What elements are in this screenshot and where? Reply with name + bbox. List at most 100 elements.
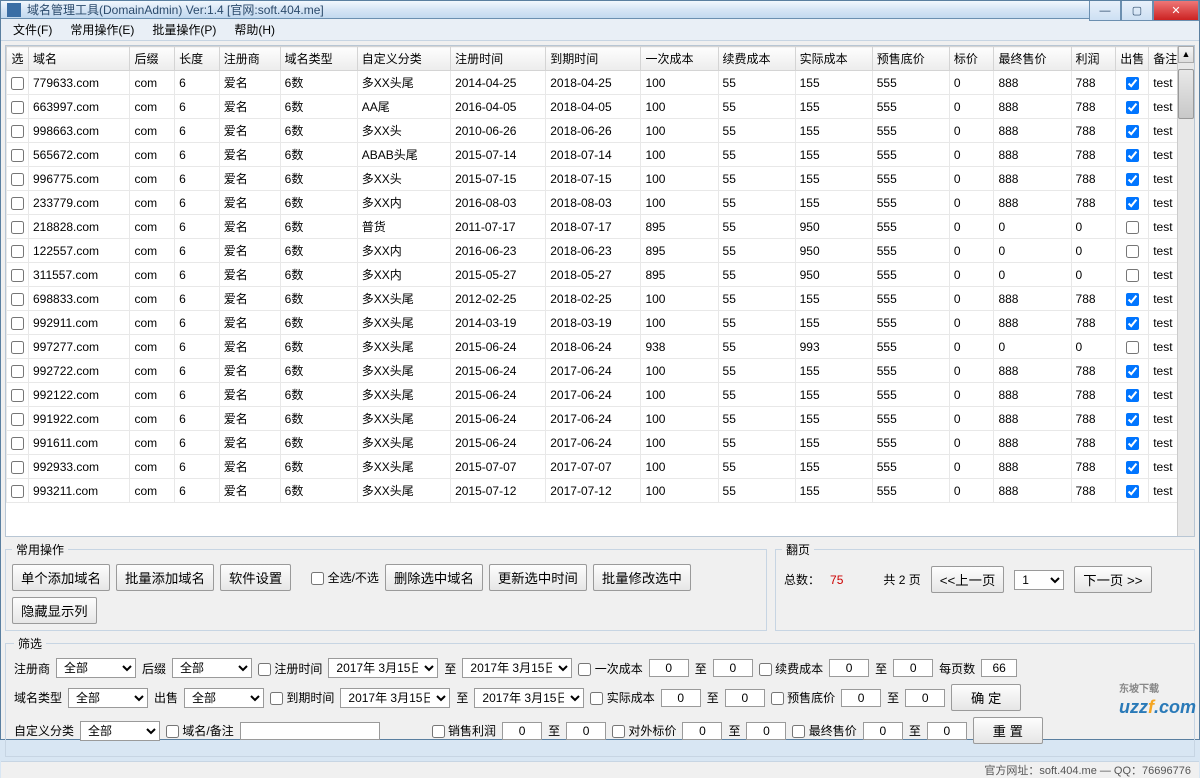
chk-profit[interactable]: 销售利润: [432, 722, 496, 739]
chk-regdate[interactable]: 注册时间: [258, 660, 322, 677]
row-select-checkbox[interactable]: [11, 221, 24, 234]
row-select-checkbox[interactable]: [11, 269, 24, 282]
table-row[interactable]: 218828.comcom6爱名6数普货2011-07-172018-07-17…: [7, 215, 1194, 239]
close-button[interactable]: ✕: [1153, 1, 1199, 21]
sold-checkbox[interactable]: [1126, 437, 1139, 450]
table-row[interactable]: 998663.comcom6爱名6数多XX头2010-06-262018-06-…: [7, 119, 1194, 143]
row-select-checkbox[interactable]: [11, 413, 24, 426]
inp-final-to[interactable]: [927, 722, 967, 740]
next-page-button[interactable]: 下一页 >>: [1074, 566, 1151, 593]
table-row[interactable]: 991611.comcom6爱名6数多XX头尾2015-06-242017-06…: [7, 431, 1194, 455]
inp-realcost-from[interactable]: [661, 689, 701, 707]
chk-expdate[interactable]: 到期时间: [270, 689, 334, 706]
col-header[interactable]: 长度: [175, 47, 220, 71]
inp-cost2-from[interactable]: [829, 659, 869, 677]
sel-registrar[interactable]: 全部: [56, 658, 136, 678]
sold-checkbox[interactable]: [1126, 317, 1139, 330]
sold-checkbox[interactable]: [1126, 245, 1139, 258]
col-header[interactable]: 标价: [949, 47, 994, 71]
menu-file[interactable]: 文件(F): [5, 19, 60, 40]
col-header[interactable]: 后缀: [130, 47, 175, 71]
inp-profit-from[interactable]: [502, 722, 542, 740]
sold-checkbox[interactable]: [1126, 413, 1139, 426]
add-single-button[interactable]: 单个添加域名: [12, 564, 110, 591]
sold-checkbox[interactable]: [1126, 365, 1139, 378]
prev-page-button[interactable]: <<上一页: [931, 566, 1005, 593]
row-select-checkbox[interactable]: [11, 125, 24, 138]
menu-help[interactable]: 帮助(H): [226, 19, 283, 40]
inp-mark-from[interactable]: [682, 722, 722, 740]
menu-common[interactable]: 常用操作(E): [62, 19, 142, 40]
sold-checkbox[interactable]: [1126, 173, 1139, 186]
vertical-scrollbar[interactable]: ▲: [1177, 46, 1194, 536]
confirm-button[interactable]: 确 定: [951, 684, 1021, 711]
maximize-button[interactable]: ▢: [1121, 1, 1153, 21]
inp-cost1-from[interactable]: [649, 659, 689, 677]
chk-presale[interactable]: 预售底价: [771, 689, 835, 706]
toggle-columns-button[interactable]: 隐藏显示列: [12, 597, 97, 624]
col-header[interactable]: 最终售价: [994, 47, 1071, 71]
row-select-checkbox[interactable]: [11, 485, 24, 498]
table-row[interactable]: 992911.comcom6爱名6数多XX头尾2014-03-192018-03…: [7, 311, 1194, 335]
row-select-checkbox[interactable]: [11, 365, 24, 378]
chk-realcost[interactable]: 实际成本: [590, 689, 654, 706]
table-row[interactable]: 992722.comcom6爱名6数多XX头尾2015-06-242017-06…: [7, 359, 1194, 383]
row-select-checkbox[interactable]: [11, 149, 24, 162]
row-select-checkbox[interactable]: [11, 173, 24, 186]
inp-realcost-to[interactable]: [725, 689, 765, 707]
inp-perpage[interactable]: [981, 659, 1017, 677]
sold-checkbox[interactable]: [1126, 101, 1139, 114]
minimize-button[interactable]: —: [1089, 1, 1121, 21]
sold-checkbox[interactable]: [1126, 197, 1139, 210]
inp-cost2-to[interactable]: [893, 659, 933, 677]
inp-final-from[interactable]: [863, 722, 903, 740]
table-row[interactable]: 993211.comcom6爱名6数多XX头尾2015-07-122017-07…: [7, 479, 1194, 503]
scroll-thumb[interactable]: [1178, 69, 1194, 119]
sold-checkbox[interactable]: [1126, 269, 1139, 282]
table-row[interactable]: 997277.comcom6爱名6数多XX头尾2015-06-242018-06…: [7, 335, 1194, 359]
batch-modify-button[interactable]: 批量修改选中: [593, 564, 691, 591]
table-row[interactable]: 663997.comcom6爱名6数AA尾2016-04-052018-04-0…: [7, 95, 1194, 119]
row-select-checkbox[interactable]: [11, 101, 24, 114]
col-header[interactable]: 出售: [1116, 47, 1149, 71]
table-row[interactable]: 698833.comcom6爱名6数多XX头尾2012-02-252018-02…: [7, 287, 1194, 311]
inp-cost1-to[interactable]: [713, 659, 753, 677]
chk-final[interactable]: 最终售价: [792, 722, 856, 739]
table-row[interactable]: 122557.comcom6爱名6数多XX内2016-06-232018-06-…: [7, 239, 1194, 263]
table-row[interactable]: 991922.comcom6爱名6数多XX头尾2015-06-242017-06…: [7, 407, 1194, 431]
sold-checkbox[interactable]: [1126, 341, 1139, 354]
table-row[interactable]: 233779.comcom6爱名6数多XX内2016-08-032018-08-…: [7, 191, 1194, 215]
col-header[interactable]: 注册时间: [451, 47, 546, 71]
sel-customcat[interactable]: 全部: [80, 721, 160, 741]
inp-presale-from[interactable]: [841, 689, 881, 707]
row-select-checkbox[interactable]: [11, 437, 24, 450]
inp-domainnote[interactable]: [240, 722, 380, 740]
sold-checkbox[interactable]: [1126, 389, 1139, 402]
col-header[interactable]: 预售底价: [872, 47, 949, 71]
row-select-checkbox[interactable]: [11, 461, 24, 474]
col-header[interactable]: 利润: [1071, 47, 1116, 71]
col-header[interactable]: 选: [7, 47, 29, 71]
chk-cost1[interactable]: 一次成本: [578, 660, 642, 677]
sold-checkbox[interactable]: [1126, 77, 1139, 90]
sold-checkbox[interactable]: [1126, 125, 1139, 138]
row-select-checkbox[interactable]: [11, 389, 24, 402]
table-row[interactable]: 996775.comcom6爱名6数多XX头2015-07-152018-07-…: [7, 167, 1194, 191]
inp-presale-to[interactable]: [905, 689, 945, 707]
col-header[interactable]: 自定义分类: [357, 47, 450, 71]
sold-checkbox[interactable]: [1126, 485, 1139, 498]
row-select-checkbox[interactable]: [11, 293, 24, 306]
sel-regdate-from[interactable]: 2017年 3月15日: [328, 658, 438, 678]
row-select-checkbox[interactable]: [11, 245, 24, 258]
row-select-checkbox[interactable]: [11, 77, 24, 90]
sold-checkbox[interactable]: [1126, 221, 1139, 234]
table-row[interactable]: 779633.comcom6爱名6数多XX头尾2014-04-252018-04…: [7, 71, 1194, 95]
select-all-checkbox[interactable]: 全选/不选: [311, 569, 379, 586]
row-select-checkbox[interactable]: [11, 197, 24, 210]
update-selected-button[interactable]: 更新选中时间: [489, 564, 587, 591]
col-header[interactable]: 到期时间: [546, 47, 641, 71]
col-header[interactable]: 域名类型: [280, 47, 357, 71]
sel-regdate-to[interactable]: 2017年 3月15日: [462, 658, 572, 678]
table-row[interactable]: 311557.comcom6爱名6数多XX内2015-05-272018-05-…: [7, 263, 1194, 287]
page-select[interactable]: 1: [1014, 570, 1064, 590]
